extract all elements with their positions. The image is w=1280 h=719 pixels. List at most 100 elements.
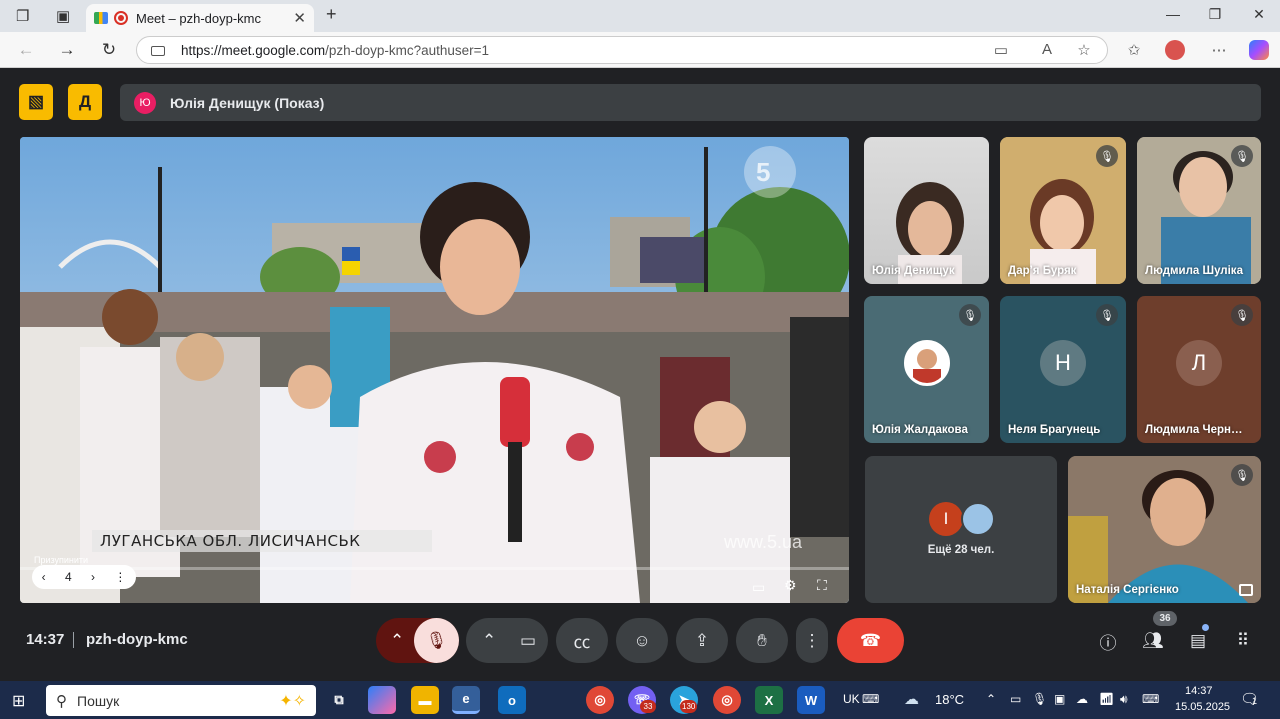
- copilot-icon[interactable]: [1249, 40, 1269, 60]
- participant-video: [896, 182, 964, 284]
- close-tab-icon[interactable]: ✕: [293, 9, 306, 27]
- meet-favicon-icon: [94, 12, 108, 24]
- participant-tile[interactable]: 🎙︎ Дарʼя Буряк: [1000, 137, 1126, 284]
- url-host: https://meet.google.com: [181, 42, 326, 58]
- picture-in-picture-icon[interactable]: [1239, 584, 1253, 596]
- prev-icon[interactable]: ‹: [42, 570, 46, 584]
- camera-in-use-icon[interactable]: ▭: [990, 41, 1012, 59]
- wifi-icon[interactable]: 📶︎: [1099, 692, 1114, 706]
- avatar-photo: [912, 348, 941, 383]
- keyboard-layout-icon[interactable]: ⌨: [1142, 692, 1159, 706]
- tray-overflow-icon[interactable]: ⌃: [986, 692, 996, 706]
- raise-hand-button[interactable]: ✋︎: [736, 618, 788, 663]
- camera-control[interactable]: ⌃ ▭: [466, 618, 548, 663]
- camera-options-chevron-icon[interactable]: ⌃: [482, 631, 496, 651]
- participant-name: Людмила Черн…: [1145, 424, 1243, 436]
- favorite-star-icon[interactable]: ☆: [1073, 41, 1095, 59]
- more-vert-icon[interactable]: ⋮: [114, 570, 126, 584]
- participant-avatar: І: [929, 502, 963, 536]
- browser-tab-meet[interactable]: Meet – pzh-doyp-kmc ✕: [86, 4, 314, 32]
- file-explorer-icon[interactable]: ▬: [411, 686, 439, 714]
- subtitles-icon[interactable]: ▭: [752, 579, 765, 596]
- page-number: 4: [64, 570, 72, 584]
- mic-off-button[interactable]: 🎙︎: [414, 618, 459, 663]
- participant-name: Неля Брагунець: [1008, 424, 1101, 436]
- taskbar-time[interactable]: 14:37: [1185, 685, 1213, 697]
- chat-icon[interactable]: ▤: [1183, 626, 1213, 656]
- profile-avatar[interactable]: [1165, 40, 1185, 60]
- search-placeholder: Пошук: [77, 692, 120, 709]
- onedrive-icon[interactable]: ☁: [1076, 692, 1088, 706]
- settings-gear-icon[interactable]: ⚙: [784, 577, 797, 594]
- participant-tile[interactable]: 🎙︎ Н Неля Брагунець: [1000, 296, 1126, 443]
- chrome-profile-icon[interactable]: ◎: [713, 686, 741, 714]
- participant-tile[interactable]: Юлія Денищук: [864, 137, 989, 284]
- mic-off-icon: 🎙︎: [959, 304, 981, 326]
- participant-avatar: [903, 339, 950, 386]
- camera-tray-icon[interactable]: ▭: [1010, 692, 1021, 706]
- minimize-button[interactable]: —: [1158, 6, 1188, 22]
- language-indicator[interactable]: UK: [843, 692, 860, 706]
- leave-call-button[interactable]: ☎: [837, 618, 904, 663]
- back-button[interactable]: ←: [14, 40, 38, 60]
- forward-button[interactable]: →: [55, 40, 79, 60]
- address-bar[interactable]: https://meet.google.com /pzh-doyp-kmc?au…: [136, 36, 1108, 64]
- mic-control[interactable]: ⌃ 🎙︎: [376, 618, 459, 663]
- workspaces-icon[interactable]: ❐: [16, 7, 29, 25]
- meeting-info-icon[interactable]: ⓘ: [1093, 626, 1123, 656]
- location-caption: ЛУГАНСЬКА ОБЛ. ЛИСИЧАНСЬК: [92, 530, 432, 552]
- telegram-badge: 130: [680, 700, 698, 713]
- weather-temp[interactable]: 18°C: [935, 692, 964, 707]
- people-icon[interactable]: 👥︎: [1138, 626, 1168, 656]
- read-aloud-icon[interactable]: A: [1036, 41, 1058, 58]
- taskbar-search[interactable]: ⚲ Пошук ✦✧: [46, 685, 316, 716]
- mic-options-chevron-icon[interactable]: ⌃: [390, 631, 404, 651]
- participant-tile[interactable]: 🎙︎ Юлія Жалдакова: [864, 296, 989, 443]
- present-screen-icon: ⇪: [694, 630, 710, 650]
- participant-tile[interactable]: 🎙︎ Наталія Сергієнко: [1068, 456, 1261, 603]
- lock-icon[interactable]: [151, 46, 165, 56]
- activities-icon[interactable]: ⠿: [1228, 626, 1258, 656]
- page-control[interactable]: ‹ 4 › ⋮: [32, 565, 136, 589]
- fullscreen-icon[interactable]: ⛶: [817, 577, 827, 594]
- new-tab-button[interactable]: +: [326, 4, 337, 25]
- captions-icon: ㏄: [573, 633, 591, 652]
- more-options-button[interactable]: ⋮: [796, 618, 828, 663]
- captions-button[interactable]: ㏄: [556, 618, 608, 663]
- divider: [73, 632, 74, 648]
- windows-start-icon[interactable]: ⊞: [12, 691, 25, 711]
- url-path: /pzh-doyp-kmc?authuser=1: [325, 42, 490, 58]
- more-menu-icon[interactable]: ⋯: [1208, 41, 1230, 59]
- shared-video[interactable]: 5 ЛУГАНСЬКА ОБЛ. ЛИСИЧАНСЬК www.5.ua При…: [20, 137, 849, 603]
- keyboard-icon[interactable]: ⌨: [862, 692, 879, 706]
- favorites-icon[interactable]: ✩: [1123, 41, 1145, 59]
- chrome-icon[interactable]: ◎: [586, 686, 614, 714]
- taskbar-date[interactable]: 15.05.2025: [1175, 701, 1230, 713]
- tab-actions-icon[interactable]: ▣: [56, 7, 70, 25]
- excel-icon[interactable]: X: [755, 686, 783, 714]
- present-button[interactable]: ⇪: [676, 618, 728, 663]
- screen-share-tray-icon[interactable]: ▣: [1054, 692, 1065, 706]
- task-view-icon[interactable]: ⧉: [325, 686, 353, 714]
- participant-tile[interactable]: 🎙︎ Людмила Шуліка: [1137, 137, 1261, 284]
- next-icon[interactable]: ›: [91, 570, 95, 584]
- close-window-button[interactable]: ✕: [1244, 6, 1274, 23]
- mic-off-icon: 🎙︎: [1096, 304, 1118, 326]
- reload-button[interactable]: ↻: [97, 40, 121, 60]
- reactions-button[interactable]: ☺: [616, 618, 668, 663]
- stop-presentation-icon[interactable]: ▧: [19, 84, 53, 120]
- maximize-button[interactable]: ❐: [1200, 6, 1230, 23]
- word-icon[interactable]: W: [797, 686, 825, 714]
- participant-tile[interactable]: 🎙︎ Л Людмила Черн…: [1137, 296, 1261, 443]
- more-participants-tile[interactable]: І Ещё 28 чел.: [865, 456, 1057, 603]
- volume-icon[interactable]: 🔊︎: [1120, 692, 1128, 707]
- edge-app-icon[interactable]: e: [452, 686, 480, 714]
- more-participants-label: Ещё 28 чел.: [927, 544, 995, 556]
- weather-icon[interactable]: ☁: [904, 690, 919, 708]
- presenter-avatar: Ю: [134, 91, 156, 114]
- pin-presentation-icon[interactable]: Д: [68, 84, 102, 120]
- camera-icon[interactable]: ▭: [520, 631, 536, 651]
- outlook-icon[interactable]: o: [498, 686, 526, 714]
- mic-tray-icon[interactable]: 🎙︎: [1032, 692, 1047, 706]
- copilot-app-icon[interactable]: [368, 686, 396, 714]
